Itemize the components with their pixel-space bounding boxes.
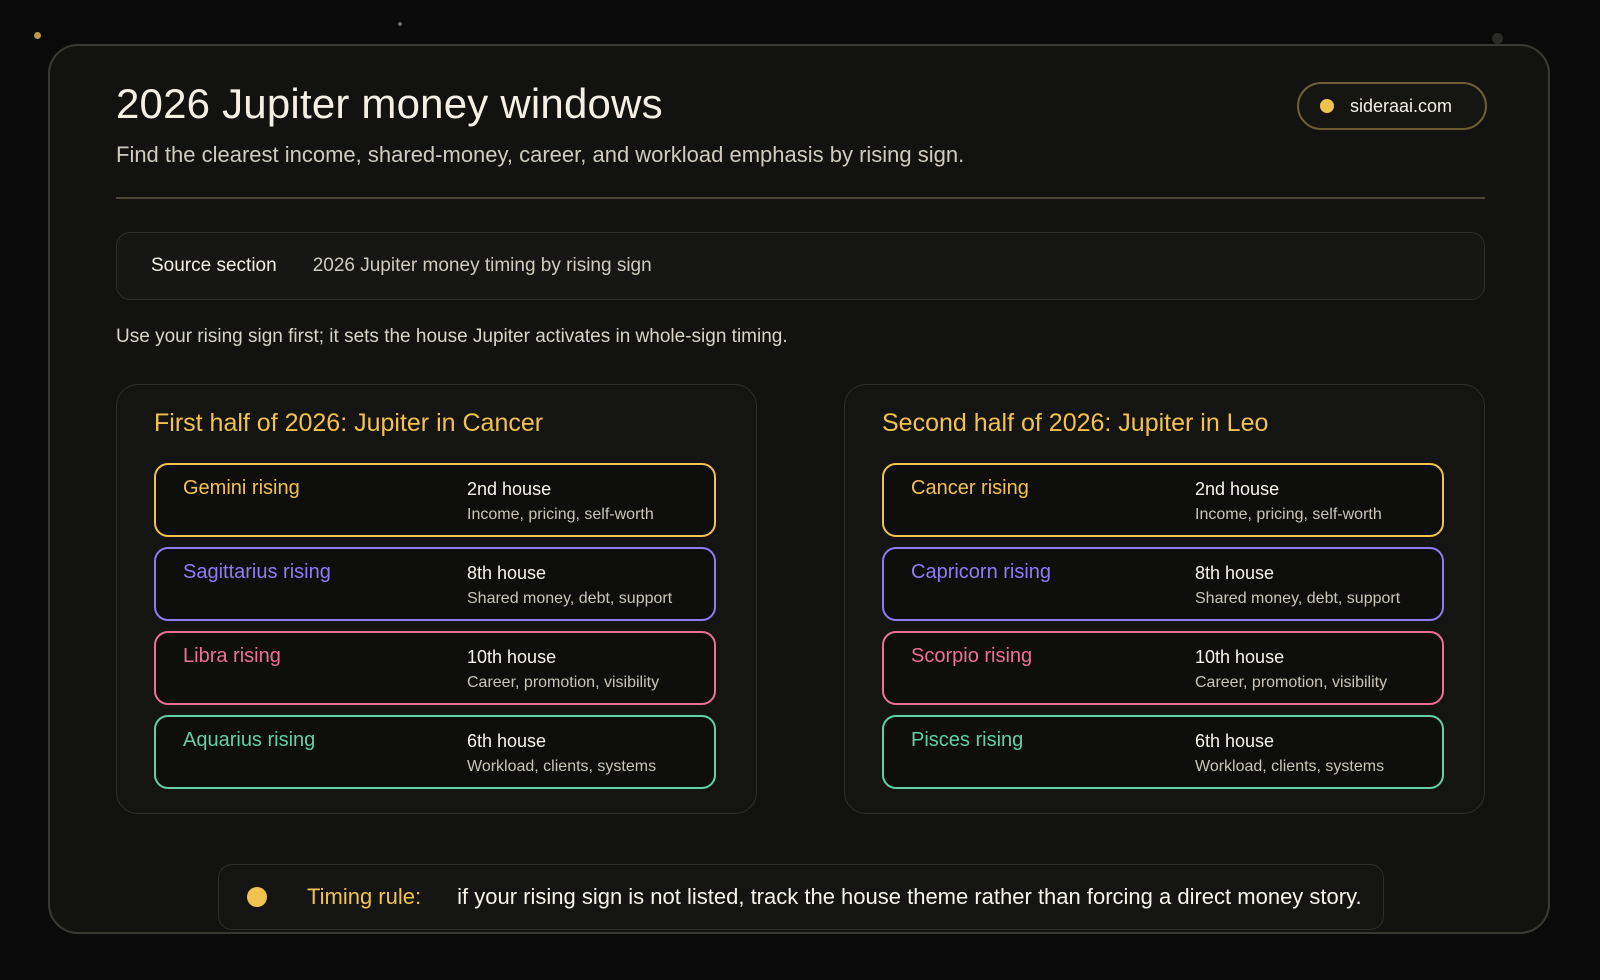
- house-name: 2nd house: [1195, 479, 1280, 499]
- page-subtitle: Find the clearest income, shared-money, …: [116, 142, 965, 167]
- source-value: 2026 Jupiter money timing by rising sign: [312, 255, 652, 276]
- source-section: Source section 2026 Jupiter money timing…: [116, 232, 1485, 300]
- house-theme: Shared money, debt, support: [467, 590, 673, 607]
- house-name: 6th house: [467, 731, 547, 751]
- house-name: 2nd house: [467, 479, 552, 499]
- sign-name: Sagittarius rising: [183, 561, 331, 583]
- first-half-card: First half of 2026: Jupiter in Cancer Ge…: [116, 384, 757, 814]
- sign-name: Gemini rising: [183, 477, 300, 499]
- second-half-card: Second half of 2026: Jupiter in Leo Canc…: [844, 384, 1485, 814]
- sign-row: Gemini rising 2nd house Income, pricing,…: [154, 463, 716, 537]
- house-theme: Career, promotion, visibility: [1195, 674, 1388, 691]
- intro-text: Use your rising sign first; it sets the …: [116, 326, 788, 347]
- timing-rule-note: Timing rule: if your rising sign is not …: [218, 864, 1384, 930]
- house-name: 10th house: [1195, 647, 1285, 667]
- star-decoration: [1492, 33, 1503, 44]
- sign-row: Cancer rising 2nd house Income, pricing,…: [882, 463, 1444, 537]
- star-decoration: [34, 32, 41, 39]
- house-theme: Workload, clients, systems: [467, 758, 657, 775]
- house-theme: Shared money, debt, support: [1195, 590, 1401, 607]
- half-title: First half of 2026: Jupiter in Cancer: [154, 409, 544, 437]
- source-label: Source section: [151, 255, 277, 276]
- sign-name: Cancer rising: [911, 477, 1029, 499]
- sign-row: Aquarius rising 6th house Workload, clie…: [154, 715, 716, 789]
- house-name: 8th house: [1195, 563, 1275, 583]
- sign-row: Capricorn rising 8th house Shared money,…: [882, 547, 1444, 621]
- sign-row: Sagittarius rising 8th house Shared mone…: [154, 547, 716, 621]
- house-theme: Income, pricing, self-worth: [467, 506, 654, 523]
- house-theme: Career, promotion, visibility: [467, 674, 660, 691]
- main-panel: 2026 Jupiter money windows Find the clea…: [48, 44, 1550, 934]
- rule-dot-icon: [247, 887, 267, 907]
- timing-rule-label: Timing rule:: [307, 884, 422, 909]
- sign-name: Capricorn rising: [911, 561, 1052, 583]
- timing-rule-text: if your rising sign is not listed, track…: [457, 884, 1362, 909]
- header-divider: [116, 197, 1485, 199]
- sign-name: Scorpio rising: [911, 645, 1033, 667]
- sign-row: Libra rising 10th house Career, promotio…: [154, 631, 716, 705]
- sign-name: Aquarius rising: [183, 729, 316, 751]
- site-badge[interactable]: sideraai.com: [1297, 82, 1487, 130]
- sign-row: Pisces rising 6th house Workload, client…: [882, 715, 1444, 789]
- star-decoration: [398, 22, 402, 26]
- sign-name: Pisces rising: [911, 729, 1024, 751]
- site-dot-icon: [1320, 99, 1334, 113]
- site-name: sideraai.com: [1350, 95, 1453, 116]
- house-name: 6th house: [1195, 731, 1275, 751]
- house-name: 10th house: [467, 647, 557, 667]
- page-title: 2026 Jupiter money windows: [116, 80, 663, 127]
- house-theme: Income, pricing, self-worth: [1195, 506, 1382, 523]
- sign-row: Scorpio rising 10th house Career, promot…: [882, 631, 1444, 705]
- sign-name: Libra rising: [183, 645, 281, 667]
- house-name: 8th house: [467, 563, 547, 583]
- house-theme: Workload, clients, systems: [1195, 758, 1385, 775]
- half-title: Second half of 2026: Jupiter in Leo: [882, 409, 1269, 437]
